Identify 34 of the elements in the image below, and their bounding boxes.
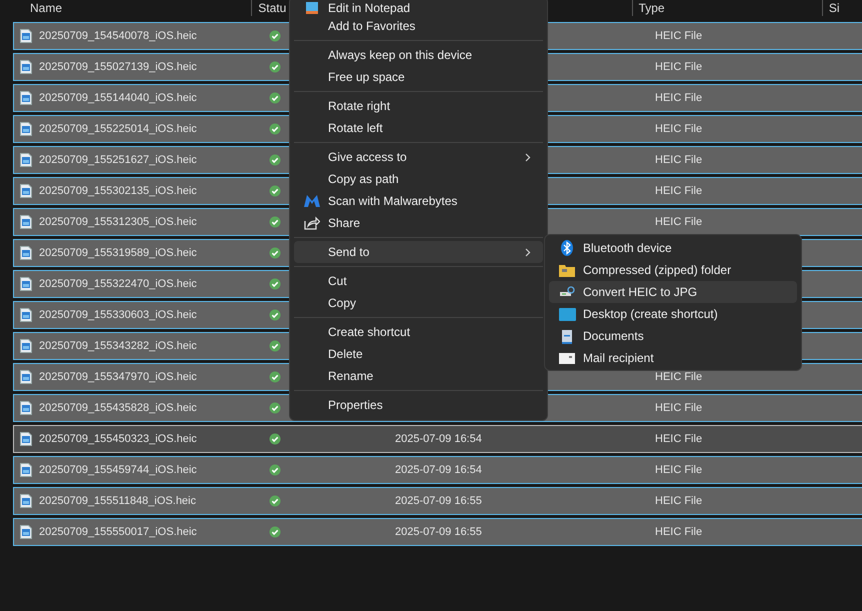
file-type: HEIC File: [655, 526, 702, 538]
file-name: 20250709_154540078_iOS.heic: [39, 30, 197, 42]
file-type: HEIC File: [655, 495, 702, 507]
date-modified: 2025-07-09 16:55: [395, 495, 482, 507]
file-type: HEIC File: [655, 185, 702, 197]
file-name: 20250709_155322470_iOS.heic: [39, 278, 197, 290]
file-name: 20250709_155550017_iOS.heic: [39, 526, 197, 538]
file-name: 20250709_155330603_iOS.heic: [39, 309, 197, 321]
file-type: HEIC File: [655, 154, 702, 166]
file-type: HEIC File: [655, 371, 702, 383]
file-name: 20250709_155302135_iOS.heic: [39, 185, 197, 197]
file-name: 20250709_155312305_iOS.heic: [39, 216, 197, 228]
file-name: 20250709_155027139_iOS.heic: [39, 61, 197, 73]
file-type: HEIC File: [655, 30, 702, 42]
file-name: 20250709_155459744_iOS.heic: [39, 464, 197, 476]
file-type: HEIC File: [655, 123, 702, 135]
file-name: 20250709_155225014_iOS.heic: [39, 123, 197, 135]
file-name: 20250709_155511848_iOS.heic: [39, 495, 196, 507]
file-name: 20250709_155144040_iOS.heic: [39, 92, 197, 104]
file-type: HEIC File: [655, 433, 702, 445]
file-type: HEIC File: [655, 402, 702, 414]
file-name: 20250709_155319589_iOS.heic: [39, 247, 197, 259]
date-modified: 2025-07-09 16:54: [395, 433, 482, 445]
file-type: HEIC File: [655, 92, 702, 104]
file-type: HEIC File: [655, 464, 702, 476]
date-modified: 2025-07-09 16:55: [395, 526, 482, 538]
file-name: 20250709_155450323_iOS.heic: [39, 433, 197, 445]
file-name: 20250709_155435828_iOS.heic: [39, 402, 197, 414]
file-name: 20250709_155343282_iOS.heic: [39, 340, 197, 352]
file-type: HEIC File: [655, 216, 702, 228]
date-modified: 2025-07-09 16:54: [395, 464, 482, 476]
file-type: HEIC File: [655, 61, 702, 73]
file-name: 20250709_155347970_iOS.heic: [39, 371, 197, 383]
file-name: 20250709_155251627_iOS.heic: [39, 154, 197, 166]
